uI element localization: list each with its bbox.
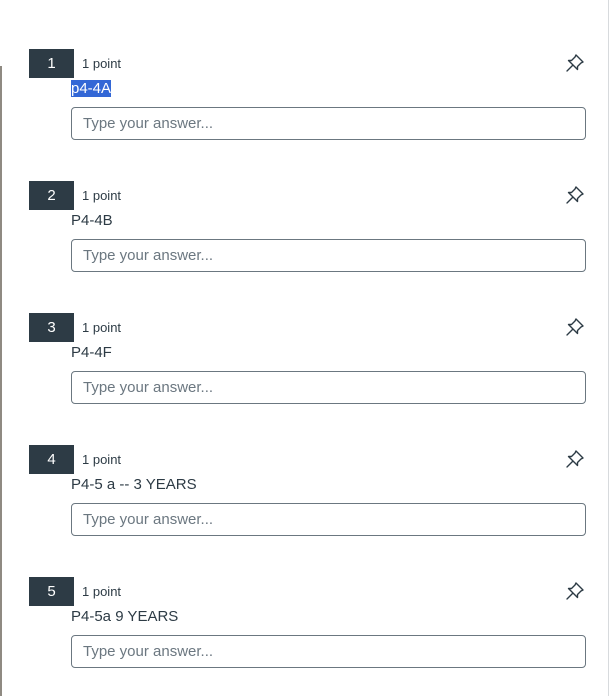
question-points: 1 point xyxy=(82,188,122,203)
quiz-page: 1 1 point p4-4A 2 1 point P4-4B 3 1 poin… xyxy=(0,0,612,696)
left-divider xyxy=(0,66,2,696)
question-number-badge: 5 xyxy=(29,577,74,606)
question-points: 1 point xyxy=(82,452,122,467)
pushpin-icon[interactable] xyxy=(565,581,585,601)
question-points: 1 point xyxy=(82,320,122,335)
question-number-badge: 2 xyxy=(29,181,74,210)
question-4: 4 1 point P4-5 a -- 3 YEARS xyxy=(29,445,604,545)
pushpin-icon[interactable] xyxy=(565,317,585,337)
question-number-badge: 3 xyxy=(29,313,74,342)
question-3: 3 1 point P4-4F xyxy=(29,313,604,413)
question-text: p4-4A xyxy=(71,80,112,98)
answer-input[interactable] xyxy=(71,239,586,272)
answer-input[interactable] xyxy=(71,371,586,404)
pushpin-icon[interactable] xyxy=(565,449,585,469)
question-text: P4-4F xyxy=(71,344,112,361)
question-text: P4-5 a -- 3 YEARS xyxy=(71,476,197,493)
question-points: 1 point xyxy=(82,56,122,71)
answer-input[interactable] xyxy=(71,503,586,536)
question-5: 5 1 point P4-5a 9 YEARS xyxy=(29,577,604,677)
question-text-label: p4-4A xyxy=(71,80,112,97)
question-2: 2 1 point P4-4B xyxy=(29,181,604,281)
question-points: 1 point xyxy=(82,584,122,599)
right-divider xyxy=(608,0,609,696)
pushpin-icon[interactable] xyxy=(565,185,585,205)
question-number-badge: 4 xyxy=(29,445,74,474)
pushpin-icon[interactable] xyxy=(565,53,585,73)
answer-input[interactable] xyxy=(71,635,586,668)
question-text: P4-5a 9 YEARS xyxy=(71,608,179,625)
answer-input[interactable] xyxy=(71,107,586,140)
question-1: 1 1 point p4-4A xyxy=(29,49,604,149)
question-number-badge: 1 xyxy=(29,49,74,78)
question-text: P4-4B xyxy=(71,212,113,229)
